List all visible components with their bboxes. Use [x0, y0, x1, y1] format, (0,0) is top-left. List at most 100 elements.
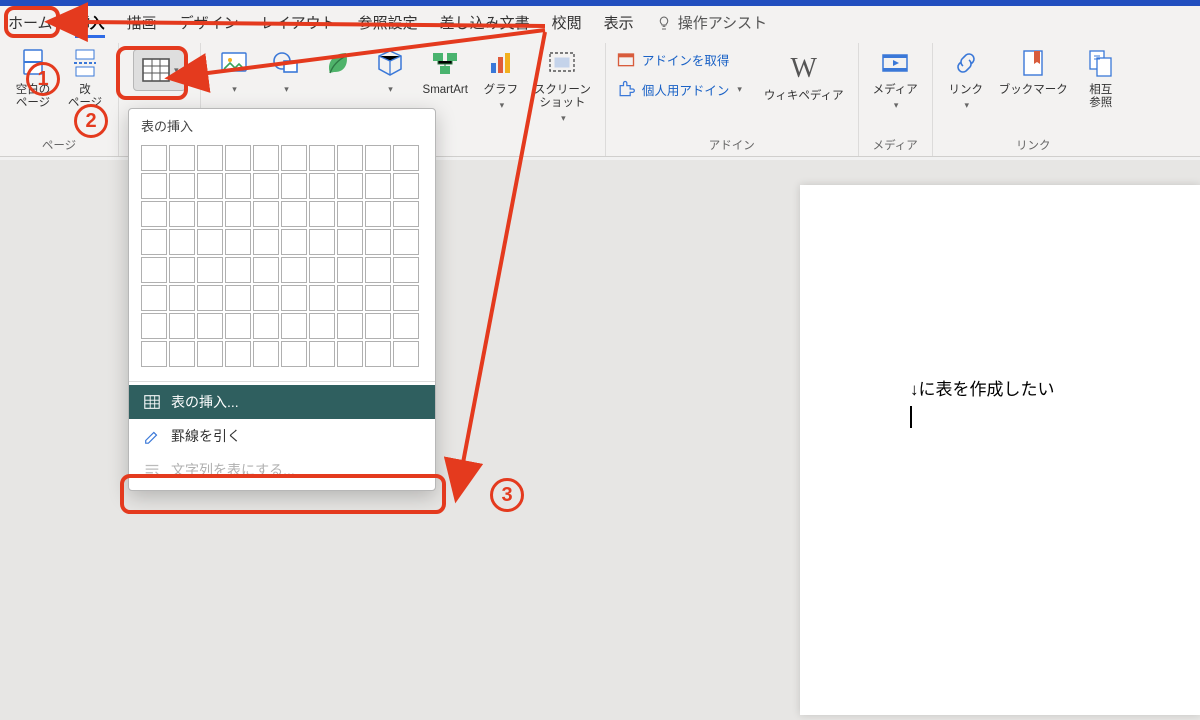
- tab-mailings[interactable]: 差し込み文書: [440, 12, 530, 33]
- menu-draw-table[interactable]: 罫線を引く: [129, 419, 435, 453]
- tab-view[interactable]: 表示: [604, 12, 634, 33]
- blank-page-button[interactable]: 空白の ページ: [10, 43, 56, 112]
- grid-cell[interactable]: [225, 201, 251, 227]
- grid-cell[interactable]: [253, 313, 279, 339]
- grid-cell[interactable]: [281, 257, 307, 283]
- grid-cell[interactable]: [309, 145, 335, 171]
- tab-insert[interactable]: 挿入: [75, 12, 105, 33]
- grid-cell[interactable]: [141, 257, 167, 283]
- grid-cell[interactable]: [365, 341, 391, 367]
- grid-cell[interactable]: [169, 173, 195, 199]
- grid-cell[interactable]: [141, 285, 167, 311]
- grid-cell[interactable]: [309, 257, 335, 283]
- grid-cell[interactable]: [225, 313, 251, 339]
- grid-cell[interactable]: [141, 341, 167, 367]
- grid-cell[interactable]: [337, 173, 363, 199]
- document-page[interactable]: ↓に表を作成したい: [800, 185, 1200, 715]
- grid-cell[interactable]: [393, 257, 419, 283]
- grid-cell[interactable]: [281, 341, 307, 367]
- grid-cell[interactable]: [141, 145, 167, 171]
- grid-cell[interactable]: [225, 257, 251, 283]
- grid-cell[interactable]: [365, 229, 391, 255]
- grid-cell[interactable]: [281, 145, 307, 171]
- grid-cell[interactable]: [281, 201, 307, 227]
- tell-me[interactable]: 操作アシスト: [656, 12, 767, 33]
- smartart-button[interactable]: SmartArt: [419, 43, 472, 99]
- table-size-grid[interactable]: [129, 139, 435, 381]
- grid-cell[interactable]: [309, 173, 335, 199]
- grid-cell[interactable]: [281, 285, 307, 311]
- grid-cell[interactable]: [337, 257, 363, 283]
- grid-cell[interactable]: [337, 285, 363, 311]
- grid-cell[interactable]: [225, 173, 251, 199]
- grid-cell[interactable]: [225, 145, 251, 171]
- grid-cell[interactable]: [197, 285, 223, 311]
- grid-cell[interactable]: [141, 201, 167, 227]
- tab-design[interactable]: デザイン: [179, 12, 239, 33]
- wikipedia-button[interactable]: W ウィキペディア: [760, 49, 848, 105]
- page-break-button[interactable]: 改 ページ: [62, 43, 108, 112]
- grid-cell[interactable]: [365, 257, 391, 283]
- grid-cell[interactable]: [253, 257, 279, 283]
- grid-cell[interactable]: [141, 229, 167, 255]
- grid-cell[interactable]: [197, 173, 223, 199]
- chart-button[interactable]: グラフ ▾: [478, 43, 524, 113]
- grid-cell[interactable]: [393, 145, 419, 171]
- grid-cell[interactable]: [393, 313, 419, 339]
- grid-cell[interactable]: [309, 201, 335, 227]
- tab-review[interactable]: 校閲: [552, 12, 582, 33]
- grid-cell[interactable]: [253, 341, 279, 367]
- grid-cell[interactable]: [225, 285, 251, 311]
- get-addins-button[interactable]: アドインを取得: [616, 49, 742, 69]
- tab-references[interactable]: 参照設定: [358, 12, 418, 33]
- 3d-models-button[interactable]: ▾: [367, 43, 413, 97]
- grid-cell[interactable]: [197, 229, 223, 255]
- grid-cell[interactable]: [197, 341, 223, 367]
- grid-cell[interactable]: [169, 145, 195, 171]
- grid-cell[interactable]: [393, 341, 419, 367]
- grid-cell[interactable]: [309, 229, 335, 255]
- grid-cell[interactable]: [309, 313, 335, 339]
- shapes-button[interactable]: ▾: [263, 43, 309, 97]
- grid-cell[interactable]: [197, 201, 223, 227]
- grid-cell[interactable]: [337, 229, 363, 255]
- screenshot-button[interactable]: スクリーン ショット ▾: [530, 43, 595, 126]
- grid-cell[interactable]: [337, 145, 363, 171]
- tab-home[interactable]: ホーム: [8, 12, 53, 33]
- grid-cell[interactable]: [169, 257, 195, 283]
- grid-cell[interactable]: [309, 341, 335, 367]
- grid-cell[interactable]: [393, 201, 419, 227]
- grid-cell[interactable]: [253, 145, 279, 171]
- grid-cell[interactable]: [337, 313, 363, 339]
- grid-cell[interactable]: [169, 229, 195, 255]
- grid-cell[interactable]: [253, 229, 279, 255]
- grid-cell[interactable]: [281, 313, 307, 339]
- grid-cell[interactable]: [225, 341, 251, 367]
- grid-cell[interactable]: [337, 201, 363, 227]
- grid-cell[interactable]: [197, 313, 223, 339]
- link-button[interactable]: リンク ▾: [943, 43, 989, 113]
- grid-cell[interactable]: [141, 173, 167, 199]
- grid-cell[interactable]: [393, 229, 419, 255]
- grid-cell[interactable]: [169, 341, 195, 367]
- grid-cell[interactable]: [365, 173, 391, 199]
- grid-cell[interactable]: [253, 285, 279, 311]
- grid-cell[interactable]: [365, 201, 391, 227]
- grid-cell[interactable]: [309, 285, 335, 311]
- grid-cell[interactable]: [365, 145, 391, 171]
- media-button[interactable]: メディア ▾: [869, 43, 922, 113]
- grid-cell[interactable]: [253, 201, 279, 227]
- grid-cell[interactable]: [197, 145, 223, 171]
- grid-cell[interactable]: [141, 313, 167, 339]
- grid-cell[interactable]: [281, 173, 307, 199]
- grid-cell[interactable]: [169, 285, 195, 311]
- menu-insert-table[interactable]: 表の挿入...: [129, 385, 435, 419]
- icons-button[interactable]: [315, 43, 361, 83]
- crossref-button[interactable]: 相互 参照: [1078, 43, 1124, 112]
- tab-draw[interactable]: 描画: [127, 12, 157, 33]
- grid-cell[interactable]: [393, 285, 419, 311]
- grid-cell[interactable]: [253, 173, 279, 199]
- grid-cell[interactable]: [169, 201, 195, 227]
- grid-cell[interactable]: [365, 285, 391, 311]
- grid-cell[interactable]: [365, 313, 391, 339]
